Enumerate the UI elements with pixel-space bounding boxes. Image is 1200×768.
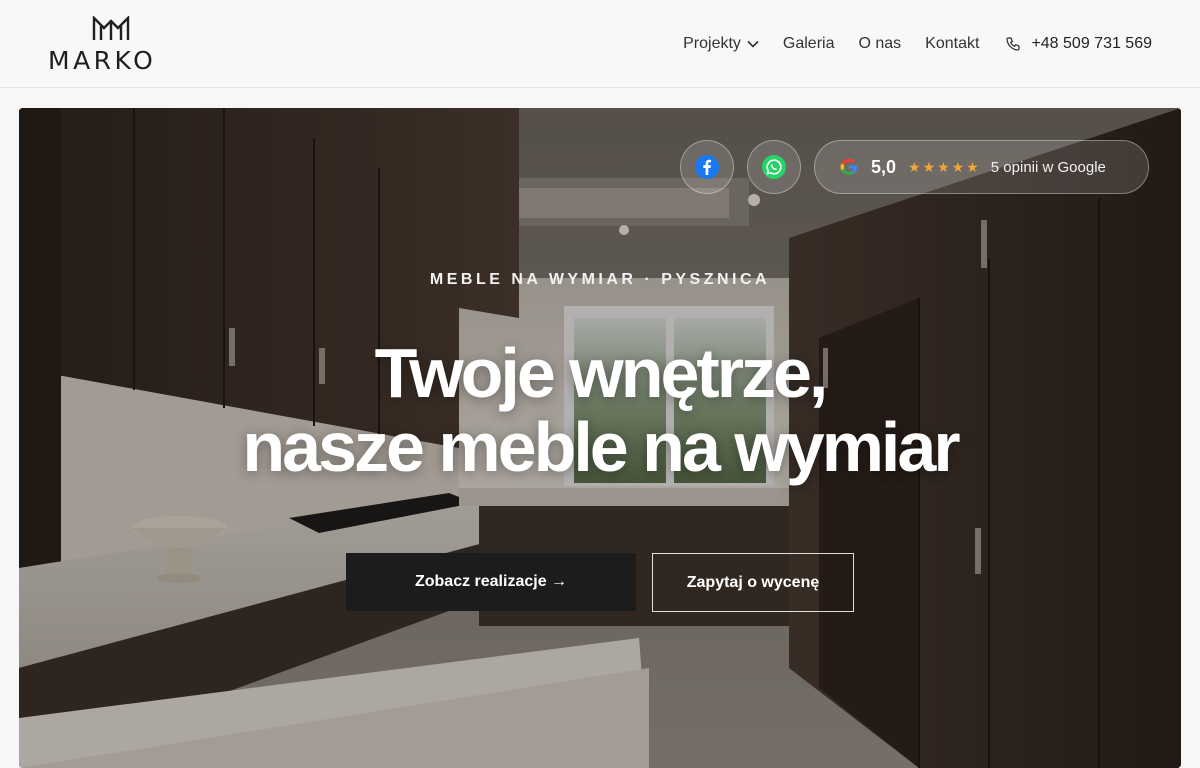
chevron-down-icon bbox=[747, 40, 759, 48]
facebook-button[interactable] bbox=[680, 140, 734, 194]
nav-item-projekty[interactable]: Projekty bbox=[683, 35, 759, 53]
google-rating-badge[interactable]: 5,0 ★★★★★ 5 opinii w Google bbox=[814, 140, 1149, 194]
nav-item-o-nas[interactable]: O nas bbox=[858, 35, 901, 53]
hero-title: Twoje wnętrze, nasze meble na wymiar bbox=[19, 336, 1181, 484]
nav-item-kontakt[interactable]: Kontakt bbox=[925, 35, 979, 53]
request-quote-button[interactable]: Zapytaj o wycenę bbox=[652, 553, 854, 612]
hero-title-line-1: Twoje wnętrze, bbox=[374, 334, 829, 412]
hero-eyebrow: MEBLE NA WYMIAR · PYSZNICA bbox=[429, 271, 771, 288]
google-icon bbox=[840, 158, 857, 175]
phone-icon bbox=[1006, 37, 1021, 51]
see-projects-button[interactable]: Zobacz realizacje → bbox=[346, 553, 636, 611]
phone-number: +48 509 731 569 bbox=[1031, 35, 1152, 52]
site-header: MARKO Projekty Galeria O nas Kontakt +48… bbox=[0, 0, 1200, 88]
main-nav: Projekty Galeria O nas Kontakt +48 509 7… bbox=[683, 30, 1152, 58]
rating-score: 5,0 bbox=[871, 156, 897, 177]
whatsapp-icon bbox=[762, 155, 786, 179]
rating-stars-icon: ★★★★★ bbox=[908, 158, 981, 175]
nav-item-galeria[interactable]: Galeria bbox=[783, 35, 835, 53]
facebook-icon bbox=[695, 155, 719, 179]
brand-logo[interactable]: MARKO bbox=[48, 16, 178, 75]
hero-title-line-2: nasze meble na wymiar bbox=[242, 408, 960, 486]
phone-link[interactable]: +48 509 731 569 bbox=[1005, 35, 1152, 53]
logo-mark-icon bbox=[92, 16, 130, 40]
nav-item-label: Projekty bbox=[683, 35, 741, 52]
brand-name: MARKO bbox=[48, 46, 157, 75]
reviews-count: 5 opinii w Google bbox=[990, 158, 1106, 176]
whatsapp-button[interactable] bbox=[747, 140, 801, 194]
hero-section: 5,0 ★★★★★ 5 opinii w Google MEBLE NA WYM… bbox=[19, 108, 1181, 768]
